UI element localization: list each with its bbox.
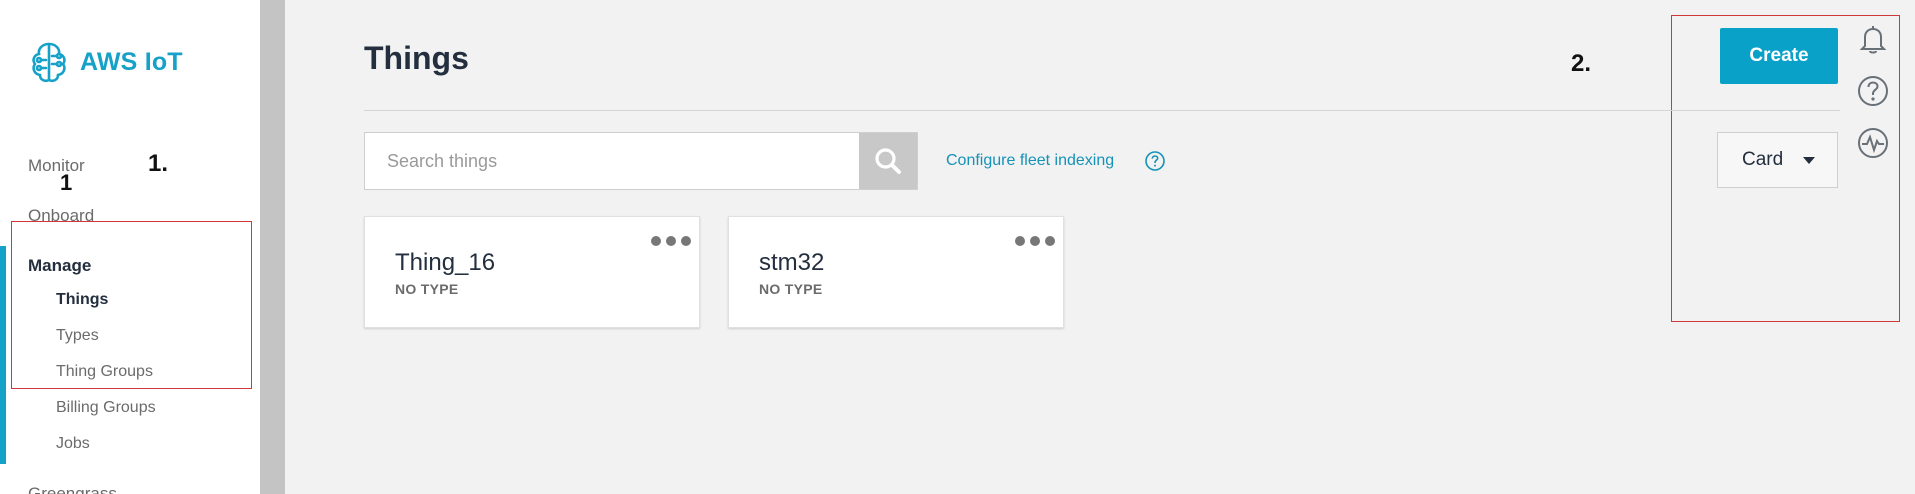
configure-fleet-indexing-link[interactable]: Configure fleet indexing (946, 152, 1114, 170)
bell-icon[interactable] (1856, 22, 1890, 56)
thing-name[interactable]: Thing_16 (395, 249, 495, 277)
activity-icon[interactable] (1856, 126, 1890, 160)
view-mode-value: Card (1742, 149, 1784, 170)
more-options-icon[interactable] (649, 231, 693, 251)
view-mode-select[interactable]: Card (1717, 132, 1838, 188)
sidebar-item-monitor[interactable]: Monitor (28, 156, 85, 176)
brand-logo[interactable]: AWS IoT (28, 40, 183, 84)
brand-name: AWS IoT (80, 47, 183, 76)
sidebar-item-billing-groups[interactable]: Billing Groups (56, 399, 156, 417)
thing-name[interactable]: stm32 (759, 249, 824, 277)
sidebar-scrollbar[interactable] (260, 0, 285, 494)
annotation-label-1: 1. (148, 150, 169, 177)
utility-icons (1856, 22, 1892, 178)
thing-type: NO TYPE (759, 281, 823, 297)
active-section-indicator (0, 246, 6, 464)
iot-chip-icon (32, 42, 66, 83)
search-input[interactable] (365, 133, 859, 189)
annotation-label-1b: 1 (60, 170, 73, 195)
chevron-down-icon (1803, 157, 1815, 164)
sidebar-item-jobs[interactable]: Jobs (56, 435, 90, 453)
sidebar-item-greengrass[interactable]: Greengrass (28, 484, 117, 494)
thing-card[interactable]: stm32 NO TYPE (728, 216, 1064, 328)
create-button[interactable]: Create (1720, 28, 1838, 84)
app-root: AWS IoT Monitor Onboard Manage Things Ty… (0, 0, 1915, 494)
thing-card[interactable]: Thing_16 NO TYPE (364, 216, 700, 328)
annotation-label-2: 2. (1571, 50, 1592, 77)
more-options-icon[interactable] (1013, 231, 1057, 251)
page-title: Things (364, 40, 469, 76)
fleet-indexing-help-icon[interactable] (1144, 150, 1166, 172)
search-button[interactable] (859, 133, 917, 189)
annotation-box-1 (11, 221, 252, 389)
header-divider (364, 110, 1840, 111)
search-icon (875, 148, 901, 174)
search-bar (364, 132, 918, 190)
help-circle-icon[interactable] (1856, 74, 1890, 108)
thing-type: NO TYPE (395, 281, 459, 297)
